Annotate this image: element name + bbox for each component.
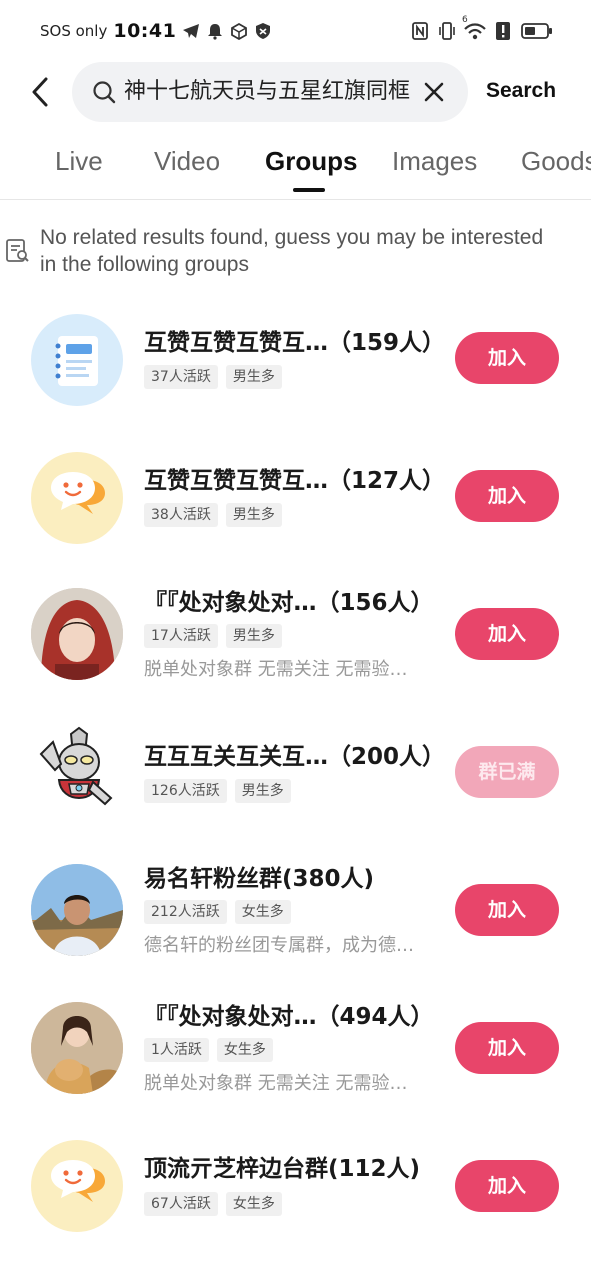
box-icon	[230, 22, 248, 41]
group-full-button[interactable]: 群已满	[455, 746, 559, 798]
join-button[interactable]: 加入	[455, 608, 559, 660]
carrier-label: SOS only	[40, 22, 108, 40]
list-item[interactable]: 互赞互赞互赞互…（159人） 37人活跃 男生多 加入	[0, 310, 591, 430]
active-count-tag: 1人活跃	[144, 1038, 209, 1062]
list-item[interactable]: 顶流亓芝梓边台群(112人) 67人活跃 女生多 加入	[0, 1138, 591, 1258]
list-item[interactable]: 易名轩粉丝群(380人) 212人活跃 女生多 德名轩的粉丝团专属群，成为德… …	[0, 862, 591, 982]
tab-groups[interactable]: Groups	[265, 146, 357, 177]
join-button[interactable]: 加入	[455, 884, 559, 936]
active-count-tag: 126人活跃	[144, 779, 227, 803]
ultraman-cartoon	[39, 726, 113, 806]
alert-icon	[495, 21, 513, 40]
group-description: 德名轩的粉丝团专属群，成为德…	[144, 935, 414, 956]
search-icon	[92, 80, 116, 104]
photo-man-outdoor	[31, 864, 123, 956]
group-title: 互互互关互关互…（200人）	[144, 744, 446, 770]
photo-red-hood	[31, 588, 123, 680]
group-tags: 126人活跃 男生多	[144, 779, 291, 803]
notebook-icon	[55, 336, 98, 386]
nfc-icon	[411, 21, 429, 40]
status-left: SOS only 10:41	[40, 20, 272, 42]
gender-tag: 女生多	[216, 1038, 273, 1062]
group-title: 『『处对象处对…（494人）	[144, 1004, 434, 1030]
join-button[interactable]: 加入	[455, 470, 559, 522]
chat-bubble-icon	[51, 472, 105, 514]
search-query: 神十七航天员与五星红旗同框	[124, 79, 411, 104]
gender-tag: 女生多	[225, 1192, 282, 1216]
join-button[interactable]: 加入	[455, 332, 559, 384]
bell-icon	[206, 22, 224, 40]
gender-tag: 男生多	[225, 624, 282, 648]
search-button[interactable]: Search	[486, 79, 556, 103]
document-search-icon	[5, 238, 31, 264]
group-title: 互赞互赞互赞互…（127人）	[144, 468, 446, 494]
group-avatar	[31, 1002, 123, 1094]
group-description: 脱单处对象群 无需关注 无需验…	[144, 659, 408, 680]
group-title: 『『处对象处对…（156人）	[144, 590, 434, 616]
group-tags: 37人活跃 男生多	[144, 365, 282, 389]
group-title: 易名轩粉丝群(380人)	[144, 866, 375, 892]
list-item[interactable]: 『『处对象处对…（494人） 1人活跃 女生多 脱单处对象群 无需关注 无需验……	[0, 1000, 591, 1120]
battery-icon	[521, 21, 553, 39]
list-item[interactable]: 互互互关互关互…（200人） 126人活跃 男生多 群已满	[0, 724, 591, 844]
group-title: 互赞互赞互赞互…（159人）	[144, 330, 446, 356]
clock: 10:41	[113, 20, 177, 42]
shield-icon	[254, 22, 272, 40]
group-avatar	[31, 724, 123, 816]
tab-goods[interactable]: Goods	[521, 146, 591, 177]
gender-tag: 女生多	[234, 900, 291, 924]
join-button[interactable]: 加入	[455, 1022, 559, 1074]
photo-woman-dog	[31, 1002, 123, 1094]
group-tags: 67人活跃 女生多	[144, 1192, 282, 1216]
wifi-icon: 6	[462, 15, 487, 40]
back-button[interactable]	[26, 74, 56, 110]
chat-bubble-icon	[51, 1160, 105, 1202]
group-avatar	[31, 452, 123, 544]
no-results-notice: No related results found, guess you may …	[0, 224, 591, 284]
tab-images[interactable]: Images	[392, 146, 477, 177]
active-tab-indicator	[293, 188, 325, 192]
list-item[interactable]: 互赞互赞互赞互…（127人） 38人活跃 男生多 加入	[0, 448, 591, 568]
active-count-tag: 212人活跃	[144, 900, 227, 924]
group-avatar	[31, 864, 123, 956]
gender-tag: 男生多	[225, 503, 282, 527]
result-tabs: Live Video Groups Images Goods	[0, 136, 591, 200]
active-count-tag: 37人活跃	[144, 365, 218, 389]
group-avatar	[31, 588, 123, 680]
group-tags: 212人活跃 女生多	[144, 900, 291, 924]
search-header: 神十七航天员与五星红旗同框 Search	[0, 62, 591, 122]
active-count-tag: 38人活跃	[144, 503, 218, 527]
tab-live[interactable]: Live	[55, 146, 103, 177]
group-description: 脱单处对象群 无需关注 无需验…	[144, 1073, 408, 1094]
active-count-tag: 17人活跃	[144, 624, 218, 648]
status-bar: SOS only 10:41 6	[0, 0, 591, 64]
group-title: 顶流亓芝梓边台群(112人)	[144, 1156, 421, 1182]
chevron-left-icon	[32, 77, 48, 107]
group-avatar	[31, 314, 123, 406]
search-input[interactable]: 神十七航天员与五星红旗同框	[72, 62, 468, 122]
wifi-badge: 6	[462, 15, 468, 25]
group-tags: 1人活跃 女生多	[144, 1038, 273, 1062]
status-right: 6	[411, 15, 553, 40]
clear-search-button[interactable]	[420, 78, 448, 106]
tab-video[interactable]: Video	[154, 146, 220, 177]
group-tags: 17人活跃 男生多	[144, 624, 282, 648]
join-button[interactable]: 加入	[455, 1160, 559, 1212]
close-icon	[424, 82, 444, 102]
group-avatar	[31, 1140, 123, 1232]
telegram-icon	[182, 22, 200, 40]
group-tags: 38人活跃 男生多	[144, 503, 282, 527]
list-item[interactable]: 『『处对象处对…（156人） 17人活跃 男生多 脱单处对象群 无需关注 无需验…	[0, 586, 591, 706]
active-count-tag: 67人活跃	[144, 1192, 218, 1216]
gender-tag: 男生多	[225, 365, 282, 389]
vibrate-icon	[437, 21, 455, 40]
notice-text: No related results found, guess you may …	[40, 226, 544, 276]
gender-tag: 男生多	[234, 779, 291, 803]
